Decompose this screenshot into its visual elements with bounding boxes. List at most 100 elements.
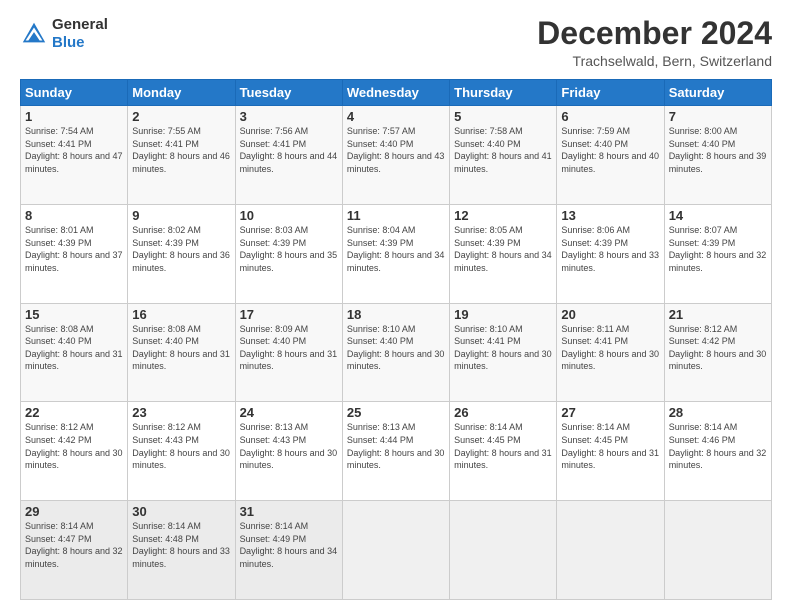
calendar-day-header: Thursday (450, 80, 557, 106)
calendar-day-cell (342, 501, 449, 600)
day-number: 11 (347, 208, 445, 223)
day-info: Sunrise: 8:08 AMSunset: 4:40 PMDaylight:… (132, 323, 230, 373)
calendar-day-cell: 14Sunrise: 8:07 AMSunset: 4:39 PMDayligh… (664, 204, 771, 303)
day-number: 18 (347, 307, 445, 322)
day-info: Sunrise: 8:14 AMSunset: 4:45 PMDaylight:… (454, 421, 552, 471)
day-info: Sunrise: 8:08 AMSunset: 4:40 PMDaylight:… (25, 323, 123, 373)
day-info: Sunrise: 8:12 AMSunset: 4:42 PMDaylight:… (669, 323, 767, 373)
month-title: December 2024 (537, 16, 772, 51)
calendar-day-cell: 5Sunrise: 7:58 AMSunset: 4:40 PMDaylight… (450, 106, 557, 205)
calendar-day-cell (557, 501, 664, 600)
calendar-day-cell: 1Sunrise: 7:54 AMSunset: 4:41 PMDaylight… (21, 106, 128, 205)
calendar-day-cell: 15Sunrise: 8:08 AMSunset: 4:40 PMDayligh… (21, 303, 128, 402)
header: General Blue December 2024 Trachselwald,… (20, 16, 772, 69)
day-info: Sunrise: 8:14 AMSunset: 4:47 PMDaylight:… (25, 520, 123, 570)
day-info: Sunrise: 8:13 AMSunset: 4:44 PMDaylight:… (347, 421, 445, 471)
day-number: 6 (561, 109, 659, 124)
calendar-day-cell (664, 501, 771, 600)
day-info: Sunrise: 8:14 AMSunset: 4:48 PMDaylight:… (132, 520, 230, 570)
day-number: 30 (132, 504, 230, 519)
generalblue-logo-icon (20, 20, 48, 48)
calendar-day-cell: 30Sunrise: 8:14 AMSunset: 4:48 PMDayligh… (128, 501, 235, 600)
calendar-day-cell: 6Sunrise: 7:59 AMSunset: 4:40 PMDaylight… (557, 106, 664, 205)
day-info: Sunrise: 8:07 AMSunset: 4:39 PMDaylight:… (669, 224, 767, 274)
calendar-day-cell: 7Sunrise: 8:00 AMSunset: 4:40 PMDaylight… (664, 106, 771, 205)
day-info: Sunrise: 7:55 AMSunset: 4:41 PMDaylight:… (132, 125, 230, 175)
logo-text: General Blue (52, 16, 108, 52)
day-number: 31 (240, 504, 338, 519)
day-number: 19 (454, 307, 552, 322)
calendar-day-cell: 4Sunrise: 7:57 AMSunset: 4:40 PMDaylight… (342, 106, 449, 205)
calendar-day-header: Saturday (664, 80, 771, 106)
day-info: Sunrise: 7:57 AMSunset: 4:40 PMDaylight:… (347, 125, 445, 175)
calendar-day-header: Friday (557, 80, 664, 106)
calendar-day-cell: 3Sunrise: 7:56 AMSunset: 4:41 PMDaylight… (235, 106, 342, 205)
day-number: 1 (25, 109, 123, 124)
calendar-day-cell: 29Sunrise: 8:14 AMSunset: 4:47 PMDayligh… (21, 501, 128, 600)
day-info: Sunrise: 8:01 AMSunset: 4:39 PMDaylight:… (25, 224, 123, 274)
day-info: Sunrise: 8:05 AMSunset: 4:39 PMDaylight:… (454, 224, 552, 274)
day-number: 7 (669, 109, 767, 124)
day-number: 20 (561, 307, 659, 322)
day-info: Sunrise: 8:10 AMSunset: 4:40 PMDaylight:… (347, 323, 445, 373)
day-number: 8 (25, 208, 123, 223)
day-number: 21 (669, 307, 767, 322)
calendar-day-header: Tuesday (235, 80, 342, 106)
day-info: Sunrise: 8:03 AMSunset: 4:39 PMDaylight:… (240, 224, 338, 274)
day-info: Sunrise: 7:59 AMSunset: 4:40 PMDaylight:… (561, 125, 659, 175)
calendar-day-cell: 23Sunrise: 8:12 AMSunset: 4:43 PMDayligh… (128, 402, 235, 501)
day-number: 3 (240, 109, 338, 124)
calendar-day-cell: 17Sunrise: 8:09 AMSunset: 4:40 PMDayligh… (235, 303, 342, 402)
day-number: 28 (669, 405, 767, 420)
calendar-week-row: 22Sunrise: 8:12 AMSunset: 4:42 PMDayligh… (21, 402, 772, 501)
calendar-day-cell (450, 501, 557, 600)
calendar-day-cell: 2Sunrise: 7:55 AMSunset: 4:41 PMDaylight… (128, 106, 235, 205)
calendar-day-cell: 11Sunrise: 8:04 AMSunset: 4:39 PMDayligh… (342, 204, 449, 303)
calendar-table: SundayMondayTuesdayWednesdayThursdayFrid… (20, 79, 772, 600)
calendar-day-cell: 22Sunrise: 8:12 AMSunset: 4:42 PMDayligh… (21, 402, 128, 501)
calendar-header-row: SundayMondayTuesdayWednesdayThursdayFrid… (21, 80, 772, 106)
day-number: 13 (561, 208, 659, 223)
calendar-week-row: 8Sunrise: 8:01 AMSunset: 4:39 PMDaylight… (21, 204, 772, 303)
day-info: Sunrise: 8:04 AMSunset: 4:39 PMDaylight:… (347, 224, 445, 274)
day-info: Sunrise: 8:09 AMSunset: 4:40 PMDaylight:… (240, 323, 338, 373)
day-number: 23 (132, 405, 230, 420)
logo-blue: Blue (52, 34, 108, 52)
day-info: Sunrise: 8:12 AMSunset: 4:42 PMDaylight:… (25, 421, 123, 471)
logo-general: General (52, 16, 108, 34)
day-info: Sunrise: 7:54 AMSunset: 4:41 PMDaylight:… (25, 125, 123, 175)
calendar-day-cell: 16Sunrise: 8:08 AMSunset: 4:40 PMDayligh… (128, 303, 235, 402)
day-number: 9 (132, 208, 230, 223)
day-info: Sunrise: 8:14 AMSunset: 4:46 PMDaylight:… (669, 421, 767, 471)
location: Trachselwald, Bern, Switzerland (537, 53, 772, 69)
logo: General Blue (20, 16, 108, 52)
calendar-day-cell: 9Sunrise: 8:02 AMSunset: 4:39 PMDaylight… (128, 204, 235, 303)
day-info: Sunrise: 7:58 AMSunset: 4:40 PMDaylight:… (454, 125, 552, 175)
day-number: 2 (132, 109, 230, 124)
day-number: 16 (132, 307, 230, 322)
calendar-day-cell: 25Sunrise: 8:13 AMSunset: 4:44 PMDayligh… (342, 402, 449, 501)
calendar-day-cell: 27Sunrise: 8:14 AMSunset: 4:45 PMDayligh… (557, 402, 664, 501)
day-info: Sunrise: 8:02 AMSunset: 4:39 PMDaylight:… (132, 224, 230, 274)
calendar-week-row: 1Sunrise: 7:54 AMSunset: 4:41 PMDaylight… (21, 106, 772, 205)
day-info: Sunrise: 8:11 AMSunset: 4:41 PMDaylight:… (561, 323, 659, 373)
calendar-day-cell: 18Sunrise: 8:10 AMSunset: 4:40 PMDayligh… (342, 303, 449, 402)
day-info: Sunrise: 8:00 AMSunset: 4:40 PMDaylight:… (669, 125, 767, 175)
day-info: Sunrise: 8:10 AMSunset: 4:41 PMDaylight:… (454, 323, 552, 373)
calendar-week-row: 15Sunrise: 8:08 AMSunset: 4:40 PMDayligh… (21, 303, 772, 402)
day-number: 14 (669, 208, 767, 223)
calendar-day-cell: 24Sunrise: 8:13 AMSunset: 4:43 PMDayligh… (235, 402, 342, 501)
day-number: 29 (25, 504, 123, 519)
day-info: Sunrise: 8:06 AMSunset: 4:39 PMDaylight:… (561, 224, 659, 274)
calendar-day-cell: 28Sunrise: 8:14 AMSunset: 4:46 PMDayligh… (664, 402, 771, 501)
calendar-week-row: 29Sunrise: 8:14 AMSunset: 4:47 PMDayligh… (21, 501, 772, 600)
day-number: 12 (454, 208, 552, 223)
day-info: Sunrise: 8:14 AMSunset: 4:49 PMDaylight:… (240, 520, 338, 570)
day-number: 15 (25, 307, 123, 322)
page: General Blue December 2024 Trachselwald,… (0, 0, 792, 612)
title-block: December 2024 Trachselwald, Bern, Switze… (537, 16, 772, 69)
day-number: 17 (240, 307, 338, 322)
calendar-day-cell: 10Sunrise: 8:03 AMSunset: 4:39 PMDayligh… (235, 204, 342, 303)
day-number: 26 (454, 405, 552, 420)
day-info: Sunrise: 7:56 AMSunset: 4:41 PMDaylight:… (240, 125, 338, 175)
